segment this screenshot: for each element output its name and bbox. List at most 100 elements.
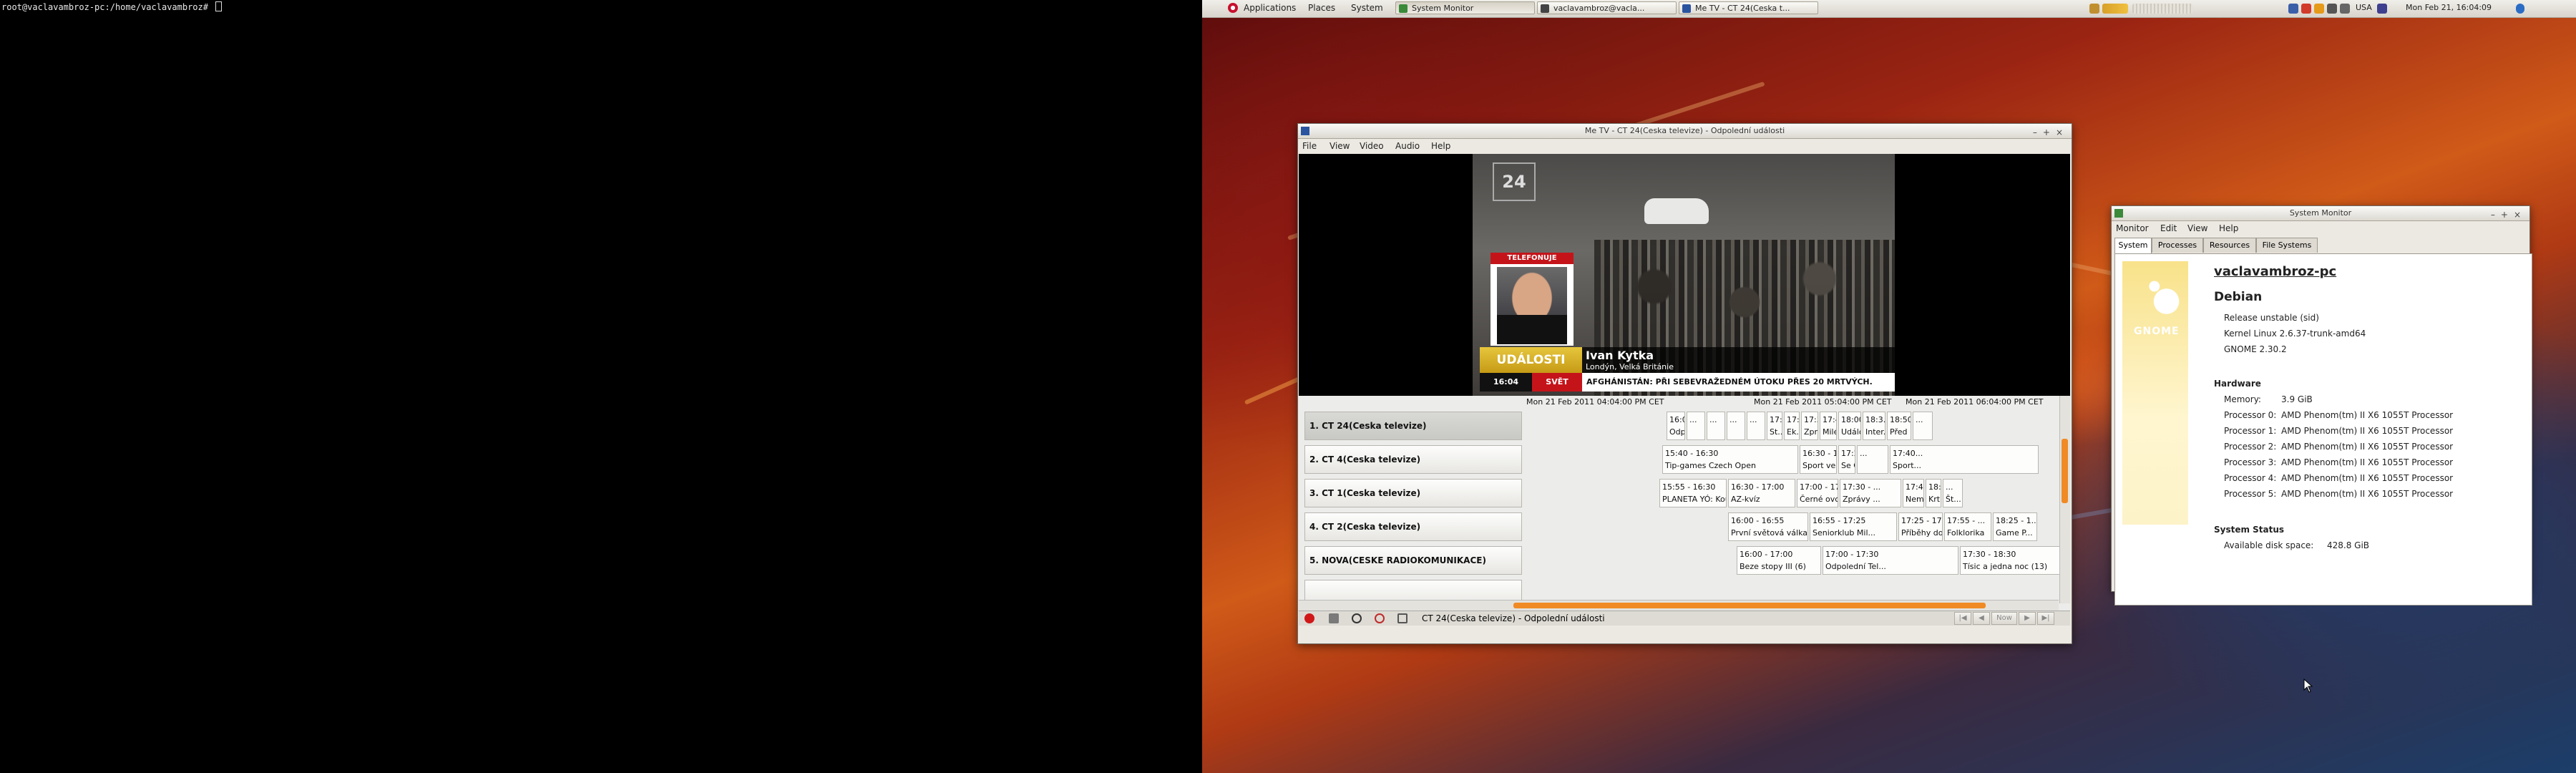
tab-file-systems[interactable]: File Systems [2256, 238, 2318, 253]
epg-channel-button[interactable] [1304, 580, 1522, 600]
power-icon[interactable] [2516, 4, 2524, 14]
epg-channel-button[interactable]: 2. CT 4(Ceska televize) [1304, 445, 1522, 474]
epg-horizontal-scrollbar[interactable] [1299, 600, 2059, 611]
epg-program-cell[interactable]: 18:3... Inter... [1863, 412, 1885, 440]
epg-program-cell[interactable]: 17:30 - 18:30 Tísic a jedna noc (13) [1960, 546, 2067, 575]
tab-processes[interactable]: Processes [2152, 238, 2203, 253]
epg-program-cell[interactable]: 17:... St... [1767, 412, 1782, 440]
menu-view[interactable]: View [1330, 141, 1350, 151]
sysmon-menubar: Monitor Edit View Help [2112, 221, 2529, 235]
package-icon[interactable] [2314, 4, 2324, 14]
epg-program-cell[interactable]: 16:00 - 17:00 Beze stopy III (6) [1737, 546, 1821, 575]
menu-system[interactable]: System [1351, 3, 1383, 13]
sysmon-titlebar[interactable]: System Monitor –+× [2112, 206, 2529, 221]
nav-end-button[interactable]: ▶| [2037, 612, 2054, 625]
scrollbar-thumb[interactable] [1513, 603, 1986, 608]
metv-titlebar[interactable]: Me TV - CT 24(Ceska televize) - Odpoledn… [1298, 124, 2072, 139]
close-icon[interactable]: × [2514, 210, 2527, 220]
user-icon[interactable] [2377, 4, 2387, 14]
epg-program-cell[interactable]: ... [1727, 412, 1745, 440]
epg-program-cell[interactable]: 16:00 - 16:55 První světová válka v barvě [1728, 512, 1808, 541]
epg-channel-button[interactable]: 3. CT 1(Ceska televize) [1304, 479, 1522, 507]
epg-program-cell[interactable]: 17:45 - 18:45 Nemocnice na kr... [1903, 479, 1924, 507]
clock[interactable]: Mon Feb 21, 16:04:09 [2406, 3, 2492, 12]
menu-video[interactable]: Video [1360, 141, 1384, 151]
record-icon[interactable] [1304, 613, 1314, 623]
epg-program-cell[interactable]: 17:3... Zprá... [1801, 412, 1818, 440]
debian-swirl-icon[interactable] [1228, 3, 1238, 13]
fullscreen-icon[interactable] [1397, 613, 1407, 623]
tray-app-icon[interactable] [2089, 4, 2099, 14]
menu-audio[interactable]: Audio [1395, 141, 1420, 151]
mute-icon[interactable] [1329, 613, 1339, 623]
kernel-info: Kernel Linux 2.6.37-trunk-amd64 [2224, 329, 2366, 339]
scheduled-recordings-icon[interactable] [1375, 613, 1385, 623]
epg-program-cell[interactable]: 17:25 - 17:55 Příběhy domů... [1898, 512, 1943, 541]
program-time: 17:30 - 18:30 [1963, 550, 2016, 559]
epg-program-cell[interactable]: 16:00 - 16:30 Odpolední události [1667, 412, 1685, 440]
nav-forward-button[interactable]: ▶ [2019, 612, 2036, 625]
scrollbar-thumb[interactable] [2062, 439, 2068, 503]
task-system-monitor[interactable]: System Monitor [1395, 1, 1535, 14]
epg-program-cell[interactable]: 16:30 - 17:00 AZ-kvíz [1728, 479, 1795, 507]
epg-program-cell[interactable]: 17:... Ek... [1784, 412, 1800, 440]
minimize-icon[interactable]: – [2033, 127, 2043, 137]
epg-program-cell[interactable]: 17:40... Milé... [1820, 412, 1837, 440]
epg-channel-button[interactable]: 5. NOVA(CESKE RADIOKOMUNIKACE) [1304, 546, 1522, 575]
menu-places[interactable]: Places [1308, 3, 1335, 13]
processor-value: AMD Phenom(tm) II X6 1055T Processor [2281, 442, 2454, 452]
epg-program-cell[interactable]: 17:00 - 17:30 Černé ovce [1797, 479, 1838, 507]
menu-monitor[interactable]: Monitor [2116, 223, 2149, 233]
tab-system[interactable]: System [2114, 238, 2152, 253]
volume-icon[interactable] [2327, 4, 2337, 14]
search-icon[interactable] [1352, 613, 1362, 623]
epg-program-cell[interactable]: 15:40 - 16:30 Tip-games Czech Open [1662, 445, 1798, 474]
menu-view[interactable]: View [2187, 223, 2207, 233]
epg-program-cell[interactable]: ... [1747, 412, 1765, 440]
cpu-monitor-icon[interactable] [2102, 4, 2128, 14]
epg-program-cell[interactable]: ... [1913, 412, 1933, 440]
epg-vertical-scrollbar[interactable] [2059, 396, 2070, 603]
close-icon[interactable]: × [2056, 127, 2069, 137]
epg-program-cell[interactable]: ... [1687, 412, 1705, 440]
minimize-icon[interactable]: – [2491, 210, 2501, 220]
menu-edit[interactable]: Edit [2160, 223, 2177, 233]
now-button[interactable]: Now [1991, 612, 2017, 625]
task-me-tv[interactable]: Me TV - CT 24(Ceska t... [1679, 1, 1818, 14]
epg-program-cell[interactable]: ... [1857, 445, 1888, 474]
network-icon[interactable] [2288, 4, 2298, 14]
epg-program-cell[interactable]: 18:25 - 1... Game P... [1993, 512, 2037, 541]
menu-file[interactable]: File [1302, 141, 1317, 151]
epg-program-cell[interactable]: 18:... Krtk... [1926, 479, 1941, 507]
epg-program-cell[interactable]: ... Št... [1943, 479, 1963, 507]
update-notifier-icon[interactable] [2301, 4, 2311, 14]
epg-program-cell[interactable]: 17:55 - ... Folklorika [1944, 512, 1991, 541]
nav-start-button[interactable]: |◀ [1954, 612, 1971, 625]
system-load-graph-icon[interactable] [2132, 4, 2192, 14]
epg-channel-button[interactable]: 1. CT 24(Ceska televize) [1304, 412, 1522, 440]
menu-applications[interactable]: Applications [1244, 3, 1296, 13]
epg-program-cell[interactable]: 17:40... Sport... [1890, 445, 2039, 474]
epg-program-cell[interactable]: 16:55 - 17:25 Seniorklub Mil... [1810, 512, 1897, 541]
epg-channel-button[interactable]: 4. CT 2(Ceska televize) [1304, 512, 1522, 541]
menu-help[interactable]: Help [1431, 141, 1450, 151]
menu-help[interactable]: Help [2219, 223, 2238, 233]
maximize-icon[interactable]: + [2501, 210, 2514, 220]
keyboard-layout[interactable]: USA [2356, 3, 2372, 12]
epg-program-cell[interactable]: 18:50 ... Před ... [1887, 412, 1911, 440]
maximize-icon[interactable]: + [2043, 127, 2056, 137]
epg-program-cell[interactable]: 18:00 - ... Událo... [1838, 412, 1861, 440]
epg-program-cell[interactable]: ... [1707, 412, 1725, 440]
epg-program-cell[interactable]: 15:55 - 16:30 PLANETA YÓ: Kouzelná školka [1659, 479, 1727, 507]
epg-program-cell[interactable]: 17:00 - 17:30 Odpolední Tel... [1823, 546, 1958, 575]
video-area[interactable]: 24 TELEFONUJE UDÁLOSTI Ivan Kytka Londýn… [1299, 154, 2070, 396]
nav-back-button[interactable]: ◀ [1973, 612, 1990, 625]
epg-program-cell[interactable]: 17:20... Se Čt... [1838, 445, 1855, 474]
battery-icon[interactable] [2340, 4, 2350, 14]
task-terminal[interactable]: vaclavambroz@vacla... [1537, 1, 1677, 14]
terminal-window[interactable]: root@vaclavambroz-pc:/home/vaclavambroz# [0, 0, 1202, 773]
epg-program-cell[interactable]: 17:30 - ... Zprávy ... [1840, 479, 1901, 507]
tab-resources[interactable]: Resources [2203, 238, 2256, 253]
epg-program-cell[interactable]: 16:30 - 17:20 Sport ve světě [1800, 445, 1837, 474]
system-monitor-icon [2114, 209, 2123, 218]
